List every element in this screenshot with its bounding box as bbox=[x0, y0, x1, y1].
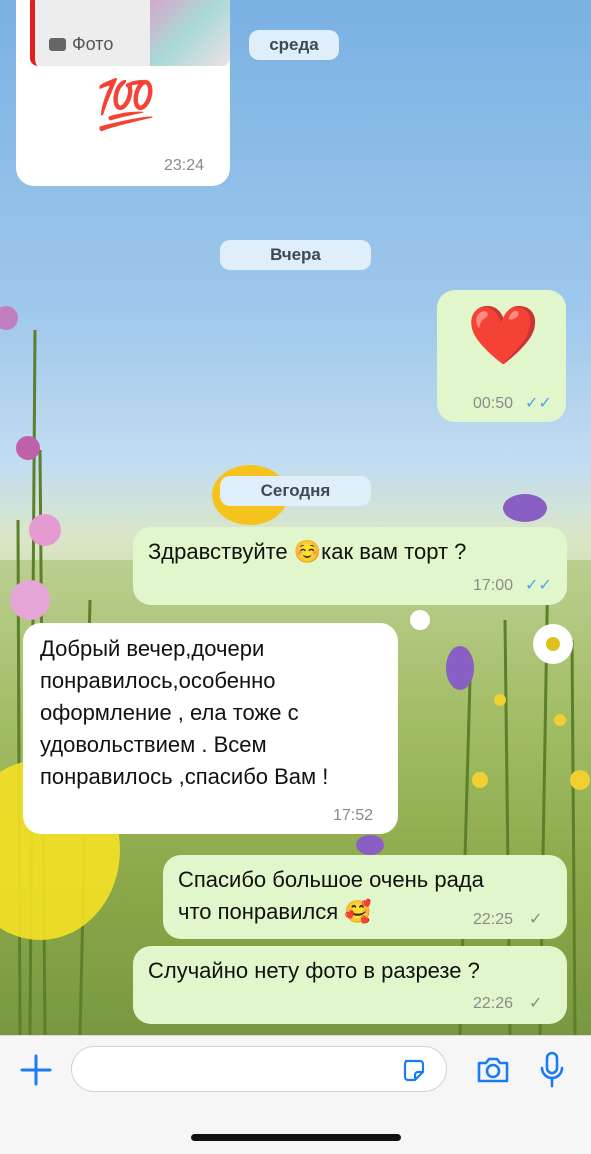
reply-thumbnail[interactable] bbox=[150, 0, 230, 66]
camera-icon bbox=[49, 38, 66, 51]
chat-area: Фото 💯 23:24 среда Вчера Сегодня ❤️ 00:5… bbox=[0, 0, 591, 1035]
message-time: 17:00 bbox=[473, 577, 514, 594]
message-line: оформление , ела тоже с bbox=[40, 700, 299, 725]
reply-preview[interactable]: Фото bbox=[30, 0, 230, 66]
incoming-message[interactable]: Добрый вечер,дочери понравилось,особенно… bbox=[23, 623, 398, 834]
heart-emoji: ❤️ bbox=[467, 303, 540, 368]
plus-icon[interactable] bbox=[20, 1054, 52, 1086]
input-bar bbox=[0, 1035, 591, 1154]
date-pill-yesterday: Вчера bbox=[220, 240, 371, 270]
message-time: 22:26 bbox=[473, 995, 514, 1012]
hundred-emoji: 💯 bbox=[96, 79, 156, 132]
message-text: Случайно нету фото в разрезе ? bbox=[148, 958, 480, 983]
microphone-icon[interactable] bbox=[540, 1051, 564, 1089]
read-ticks-icon: ✓✓ bbox=[525, 395, 552, 412]
sent-tick-icon: ✓ bbox=[529, 995, 543, 1012]
incoming-photo-bubble[interactable]: Фото 💯 23:24 bbox=[16, 0, 230, 186]
message-text: Здравствуйте ☺️как вам торт ? bbox=[148, 539, 467, 564]
message-time: 00:50 bbox=[473, 395, 514, 412]
message-time: 17:52 bbox=[333, 807, 374, 824]
home-indicator bbox=[191, 1134, 401, 1141]
reply-media-label: Фото bbox=[72, 34, 114, 54]
message-input[interactable] bbox=[71, 1046, 447, 1092]
read-ticks-icon: ✓✓ bbox=[525, 577, 552, 594]
message-line: удовольствием . Всем bbox=[40, 732, 267, 757]
message-line: Спасибо большое очень рада bbox=[178, 867, 484, 892]
outgoing-message[interactable]: Спасибо большое очень рада что понравилс… bbox=[163, 855, 567, 939]
outgoing-message[interactable]: ❤️ 00:50 ✓✓ bbox=[437, 290, 566, 422]
message-line: понравилось ,спасибо Вам ! bbox=[40, 764, 329, 789]
message-line: понравилось,особенно bbox=[40, 668, 276, 693]
message-line: Добрый вечер,дочери bbox=[40, 636, 265, 661]
message-time: 22:25 bbox=[473, 911, 514, 928]
message-text: Спасибо большое очень рада что понравилс… bbox=[178, 864, 484, 928]
outgoing-message[interactable]: Случайно нету фото в разрезе ? 22:26 ✓ bbox=[133, 946, 567, 1024]
outgoing-message[interactable]: Здравствуйте ☺️как вам торт ? 17:00 ✓✓ bbox=[133, 527, 567, 605]
sticker-icon[interactable] bbox=[402, 1058, 426, 1082]
date-pill-wednesday: среда bbox=[249, 30, 339, 60]
camera-icon[interactable] bbox=[476, 1056, 510, 1084]
message-text: Добрый вечер,дочери понравилось,особенно… bbox=[40, 633, 328, 793]
message-line: что понравился 🥰 bbox=[178, 899, 372, 924]
sent-tick-icon: ✓ bbox=[529, 911, 543, 928]
message-time: 23:24 bbox=[164, 157, 205, 174]
date-pill-today: Сегодня bbox=[220, 476, 371, 506]
